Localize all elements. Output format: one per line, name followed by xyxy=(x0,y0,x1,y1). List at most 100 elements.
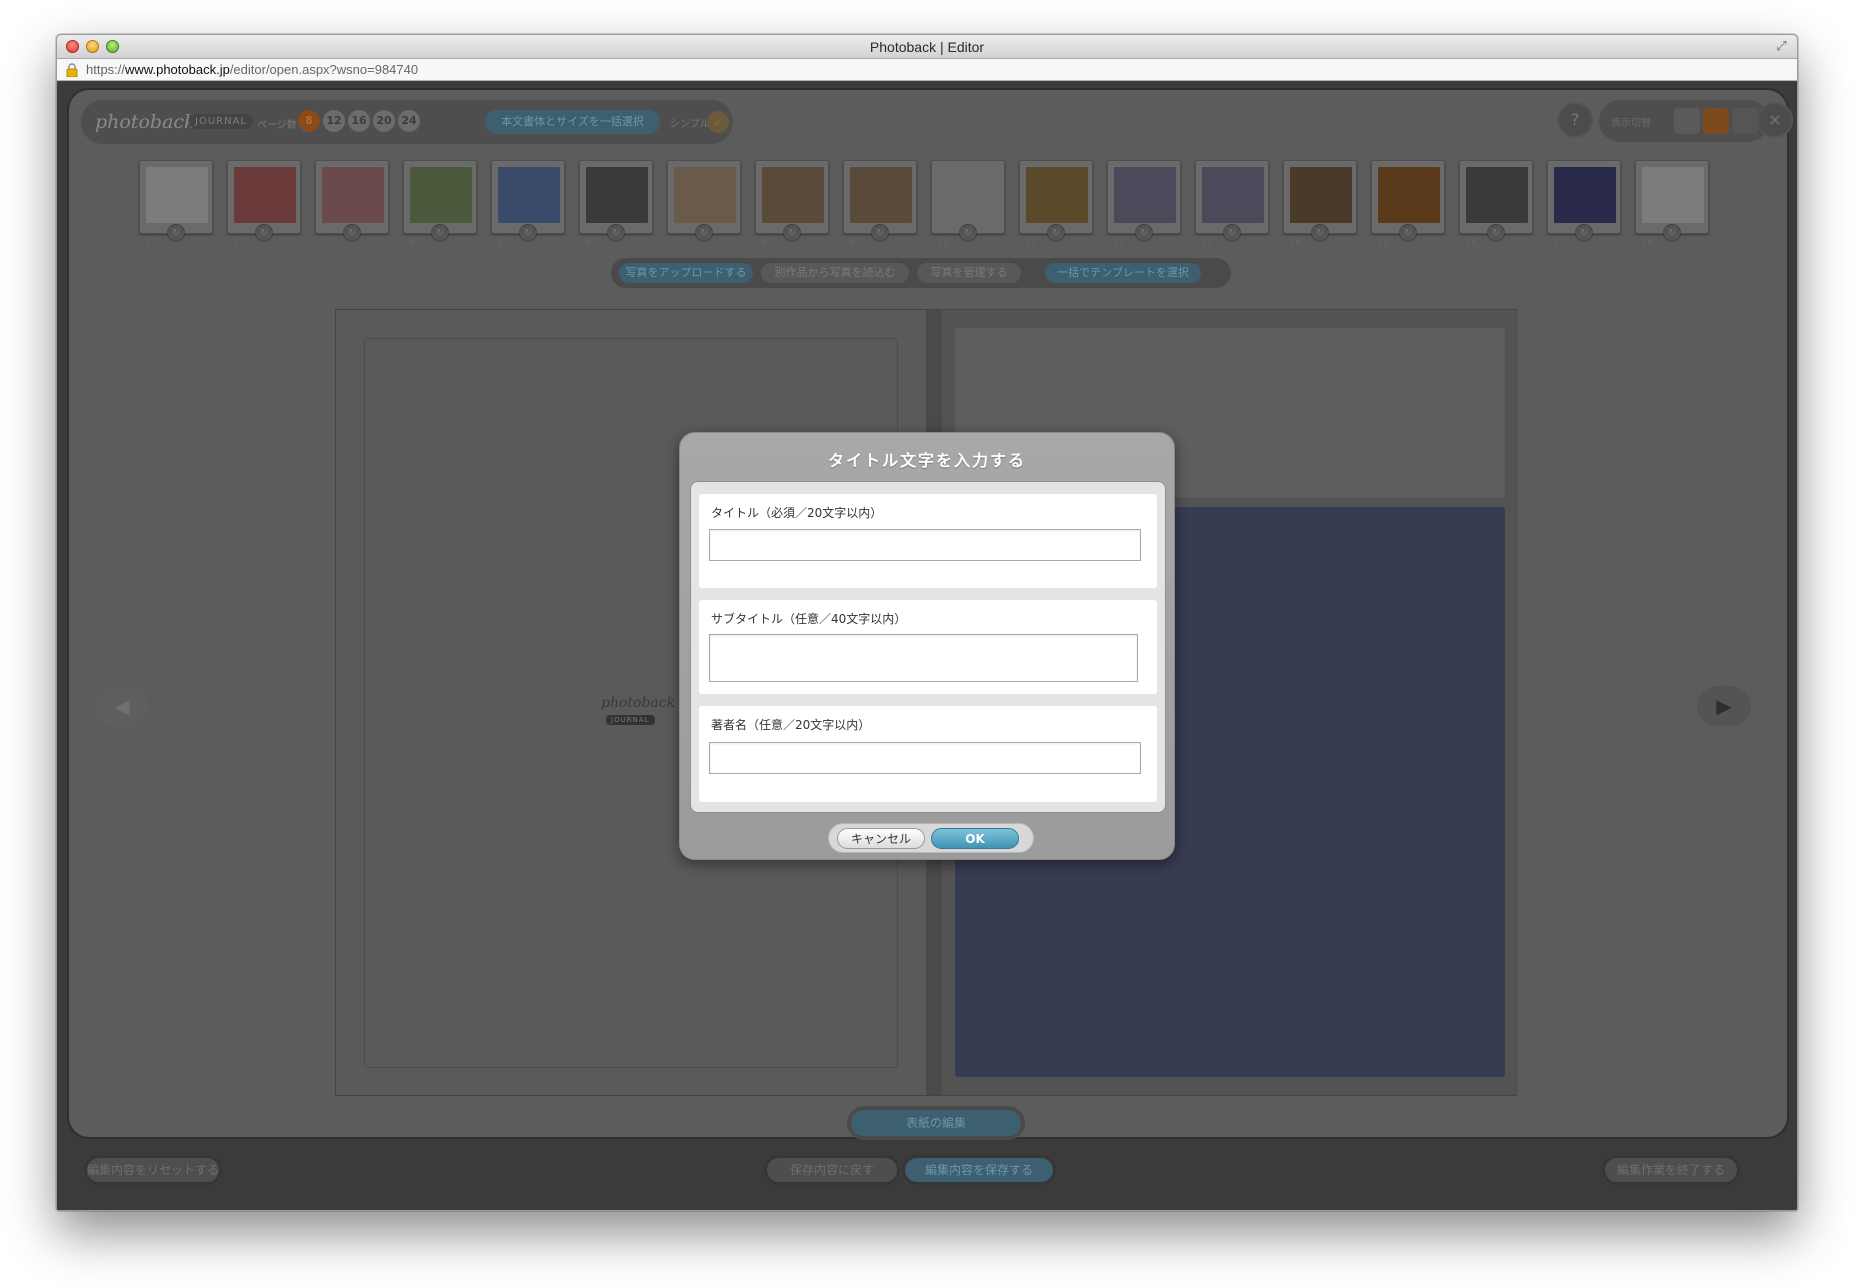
reset-edits-button[interactable]: 編集内容をリセットする xyxy=(87,1158,219,1182)
prev-page-icon[interactable]: ◀ xyxy=(95,686,149,726)
upload-photos-button[interactable]: 写真をアップロードする xyxy=(619,263,753,283)
thumbnail-number: 4 xyxy=(410,238,416,247)
grid-view-icon[interactable] xyxy=(1732,108,1758,134)
thumbnail-number: 8 xyxy=(762,238,768,247)
manage-photos-button[interactable]: 写真を管理する xyxy=(917,263,1021,283)
save-edits-button[interactable]: 編集内容を保存する xyxy=(905,1158,1053,1182)
cancel-button[interactable]: キャンセル xyxy=(837,828,925,849)
spread-view-icon[interactable] xyxy=(1703,108,1729,134)
thumbnail-number: 18 xyxy=(1642,238,1653,247)
page-count-12[interactable]: 12 xyxy=(323,110,345,132)
author-label: 著者名（任意／20文字以内） xyxy=(711,718,871,732)
url-host: www.photoback.jp xyxy=(125,62,230,77)
ok-button[interactable]: OK xyxy=(931,828,1019,849)
thumbnail-image xyxy=(1026,167,1088,223)
rotate-icon[interactable]: ↻ xyxy=(871,224,889,242)
title-input[interactable] xyxy=(709,529,1141,561)
rotate-icon[interactable]: ↻ xyxy=(959,224,977,242)
page-count-8[interactable]: 8 xyxy=(298,110,320,132)
author-input[interactable] xyxy=(709,742,1141,774)
photo-thumbnail[interactable]: ↻ 3 xyxy=(315,160,389,247)
next-page-icon[interactable]: ▶ xyxy=(1697,686,1751,726)
rotate-icon[interactable]: ↻ xyxy=(1575,224,1593,242)
photoback-logo: photoback xyxy=(95,111,196,133)
rotate-icon[interactable]: ↻ xyxy=(1135,224,1153,242)
window-title: Photoback | Editor xyxy=(869,39,985,55)
font-select-button[interactable]: 本文書体とサイズを一括選択 xyxy=(485,110,660,134)
rotate-icon[interactable]: ↻ xyxy=(255,224,273,242)
thumbnail-number: 14 xyxy=(1290,238,1301,247)
rotate-icon[interactable]: ↻ xyxy=(431,224,449,242)
thumbnail-number: 13 xyxy=(1202,238,1213,247)
finish-editing-button[interactable]: 編集作業を終了する xyxy=(1605,1158,1737,1182)
page-count-24[interactable]: 24 xyxy=(398,110,420,132)
rotate-icon[interactable]: ↻ xyxy=(1663,224,1681,242)
thumbnail-image xyxy=(498,167,560,223)
rotate-icon[interactable]: ↻ xyxy=(1399,224,1417,242)
cover-edit-button[interactable]: 表紙の編集 xyxy=(851,1110,1021,1136)
photo-thumbnail[interactable]: ↻ 11 xyxy=(1019,160,1093,247)
photo-thumbnail[interactable]: ↻ 15 xyxy=(1371,160,1445,247)
rotate-icon[interactable]: ↻ xyxy=(519,224,537,242)
thumbnail-image xyxy=(1642,167,1704,223)
thumbnail-number: 10 xyxy=(938,238,949,247)
rotate-icon[interactable]: ↻ xyxy=(607,224,625,242)
editor-toolbar: photoback JOURNAL ページ数 8 12 16 20 24 本文書… xyxy=(81,100,733,144)
bottom-bar: 編集内容をリセットする 保存内容に戻す 編集内容を保存する 編集作業を終了する xyxy=(57,1149,1797,1199)
rotate-icon[interactable]: ↻ xyxy=(167,224,185,242)
fullscreen-icon[interactable]: ⤢ xyxy=(1774,39,1789,54)
photo-thumbnail[interactable]: ↻ 16 xyxy=(1459,160,1533,247)
photo-thumbnail[interactable]: ↻ 8 xyxy=(755,160,829,247)
rotate-icon[interactable]: ↻ xyxy=(783,224,801,242)
subtitle-label: サブタイトル（任意／40文字以内） xyxy=(711,612,907,626)
photo-thumbnail[interactable]: ↻ 13 xyxy=(1195,160,1269,247)
photo-thumbnail[interactable]: ↻ 5 xyxy=(491,160,565,247)
zoom-view-icon[interactable] xyxy=(1674,108,1700,134)
author-field-card: 著者名（任意／20文字以内） xyxy=(699,706,1157,802)
rotate-icon[interactable]: ↻ xyxy=(343,224,361,242)
view-switcher: 表示切替 xyxy=(1599,100,1769,142)
photo-thumbnail[interactable]: ↻ 9 xyxy=(843,160,917,247)
photo-thumbnail-strip: ↻ 1 ↻ 2 ↻ 3 ↻ 4 ↻ 5 ↻ 6 ↻ 7 ↻ 8 ↻ 9 ↻ 10 ↻ 11 ↻ 12 ↻ 13 ↻ 14 ↻ 15 ↻ 16 ↻… xyxy=(139,160,1709,247)
thumbnail-number: 12 xyxy=(1114,238,1125,247)
thumbnail-image xyxy=(1466,167,1528,223)
rotate-icon[interactable]: ↻ xyxy=(1311,224,1329,242)
page-count-20[interactable]: 20 xyxy=(373,110,395,132)
rotate-icon[interactable]: ↻ xyxy=(1223,224,1241,242)
photo-thumbnail[interactable]: ↻ 1 xyxy=(139,160,213,247)
thumbnail-number: 3 xyxy=(322,238,328,247)
thumbnail-number: 16 xyxy=(1466,238,1477,247)
photo-thumbnail[interactable]: ↻ 4 xyxy=(403,160,477,247)
pages-label: ページ数 xyxy=(257,120,297,131)
rotate-icon[interactable]: ↻ xyxy=(1047,224,1065,242)
photo-thumbnail[interactable]: ↻ 6 xyxy=(579,160,653,247)
title-input-dialog: タイトル文字を入力する タイトル（必須／20文字以内） サブタイトル（任意／40… xyxy=(679,432,1175,860)
photo-actions-bar: 写真をアップロードする 別作品から写真を読込む 写真を管理する 一括でテンプレー… xyxy=(611,258,1231,288)
select-template-button[interactable]: 一括でテンプレートを選択 xyxy=(1045,263,1201,283)
url-bar[interactable]: https://www.photoback.jp/editor/open.asp… xyxy=(57,59,1797,81)
dialog-title: タイトル文字を入力する xyxy=(827,451,1026,470)
dialog-body: タイトル（必須／20文字以内） サブタイトル（任意／40文字以内） 著者名（任意… xyxy=(690,481,1166,813)
photo-thumbnail[interactable]: ↻ 10 xyxy=(931,160,1005,247)
rotate-icon[interactable]: ↻ xyxy=(695,224,713,242)
photo-thumbnail[interactable]: ↻ 14 xyxy=(1283,160,1357,247)
url-text[interactable]: https://www.photoback.jp/editor/open.asp… xyxy=(86,62,418,77)
help-button[interactable]: ? xyxy=(1557,102,1593,138)
photo-thumbnail[interactable]: ↻ 7 xyxy=(667,160,741,247)
photo-thumbnail[interactable]: ↻ 2 xyxy=(227,160,301,247)
page-count-16[interactable]: 16 xyxy=(348,110,370,132)
url-prefix: https:// xyxy=(86,62,126,77)
photo-thumbnail[interactable]: ↻ 12 xyxy=(1107,160,1181,247)
rotate-icon[interactable]: ↻ xyxy=(1487,224,1505,242)
subtitle-input[interactable] xyxy=(709,634,1138,682)
thumbnail-image xyxy=(234,167,296,223)
import-photos-button[interactable]: 別作品から写真を読込む xyxy=(761,263,909,283)
photo-thumbnail[interactable]: ↻ 17 xyxy=(1547,160,1621,247)
simple-check-icon[interactable]: ✓ xyxy=(707,111,729,133)
title-label: タイトル（必須／20文字以内） xyxy=(711,506,883,520)
photo-thumbnail[interactable]: ↻ 18 xyxy=(1635,160,1709,247)
close-editor-button[interactable]: × xyxy=(1757,102,1793,138)
revert-button[interactable]: 保存内容に戻す xyxy=(767,1158,897,1182)
thumbnail-number: 7 xyxy=(674,238,680,247)
view-switch-label: 表示切替 xyxy=(1611,118,1651,129)
